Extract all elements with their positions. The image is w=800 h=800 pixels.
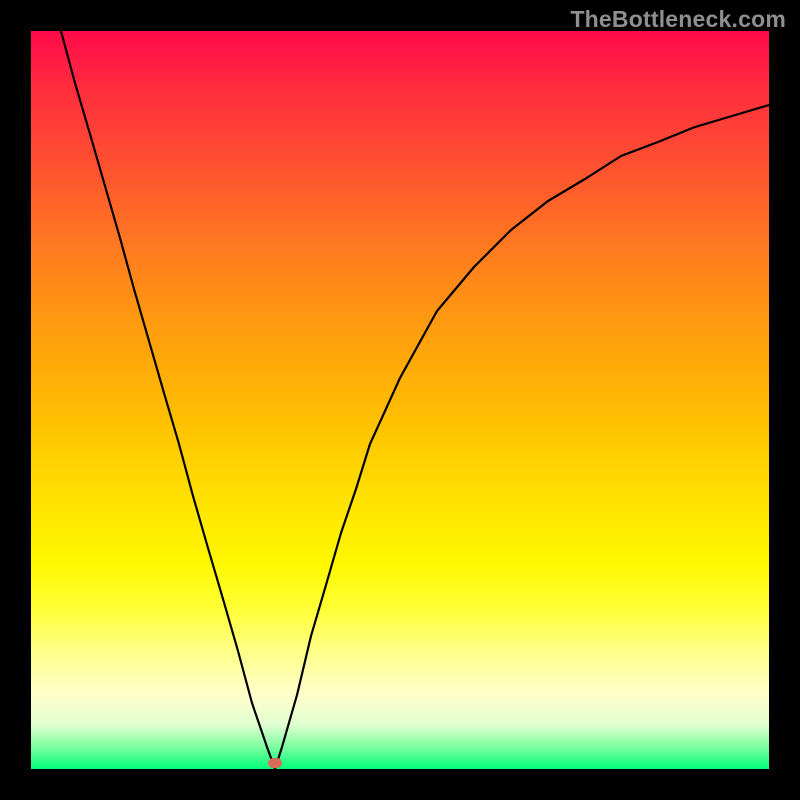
chart-frame: TheBottleneck.com bbox=[0, 0, 800, 800]
bottleneck-curve bbox=[31, 31, 769, 769]
optimum-marker bbox=[268, 758, 282, 768]
watermark-text: TheBottleneck.com bbox=[570, 6, 786, 33]
plot-area bbox=[31, 31, 769, 769]
curve-path bbox=[61, 31, 769, 769]
